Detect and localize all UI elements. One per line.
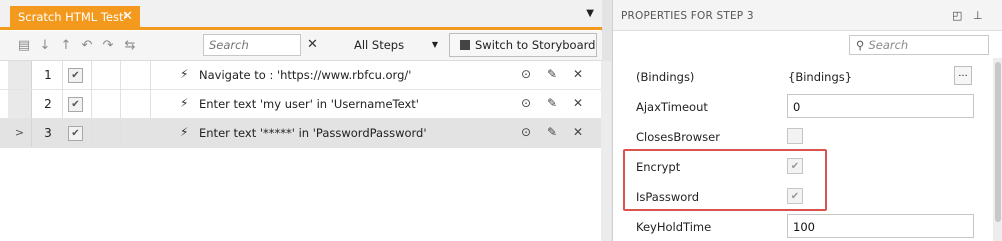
chevron-down-icon: ▼: [431, 40, 438, 49]
step-row[interactable]: 2 ✔ ⚡ Enter text 'my user' in 'UsernameT…: [0, 90, 602, 119]
document-tab[interactable]: Scratch HTML Test* ✕: [10, 6, 140, 30]
row-handle[interactable]: >: [8, 119, 32, 147]
document-tab-bar: Scratch HTML Test* ✕ ▼: [0, 0, 602, 30]
step-scope-value: All Steps: [354, 38, 405, 52]
step-description: Navigate to : 'https://www.rbfcu.org/': [199, 68, 412, 82]
breakpoint-icon[interactable]: ⊙: [521, 67, 531, 81]
properties-scrollbar[interactable]: [993, 58, 1002, 241]
step-number: 3: [44, 126, 52, 140]
step-scope-select[interactable]: All Steps ▼: [324, 34, 442, 56]
step-description: Enter text '*****' in 'PasswordPassword': [199, 126, 427, 140]
lightning-icon: ⚡: [180, 125, 189, 139]
row-handle[interactable]: [8, 90, 32, 118]
step-number: 1: [44, 68, 52, 82]
storyboard-button-label: Switch to Storyboard: [475, 38, 596, 52]
move-up-icon[interactable]: ↑: [58, 38, 74, 54]
closesbrowser-checkbox[interactable]: [787, 128, 803, 144]
edit-icon[interactable]: ✎: [547, 125, 557, 139]
test-editor-pane: Scratch HTML Test* ✕ ▼ ▤ ↓ ↑ ↶ ↷ ⇆ ✕ All…: [0, 0, 602, 241]
clear-search-icon[interactable]: ✕: [307, 37, 318, 52]
bindings-ellipsis-button[interactable]: ...: [954, 66, 972, 85]
properties-search-placeholder: Search: [868, 38, 909, 52]
undo-icon[interactable]: ↶: [79, 38, 95, 54]
pin-icon[interactable]: ⊥: [973, 9, 983, 22]
branch-icon[interactable]: ⇆: [122, 38, 138, 54]
edit-icon[interactable]: ✎: [547, 67, 557, 81]
property-label: AjaxTimeout: [636, 100, 708, 114]
property-row-ajaxtimeout: AjaxTimeout 0: [613, 91, 993, 121]
property-label: (Bindings): [636, 70, 695, 84]
breakpoint-icon[interactable]: ⊙: [521, 125, 531, 139]
document-tab-title: Scratch HTML Test*: [18, 10, 130, 24]
property-row-keyholdtime: KeyHoldTime 100: [613, 211, 993, 241]
lightning-icon: ⚡: [180, 96, 189, 110]
properties-pane: PROPERTIES FOR STEP 3 ◰ ⊥ ⚲ Search (Bindi…: [612, 0, 1002, 241]
steps-search-input[interactable]: [203, 34, 301, 56]
step-enabled-checkbox[interactable]: ✔: [68, 68, 83, 83]
lightning-icon: ⚡: [180, 67, 189, 81]
property-row-closesbrowser: ClosesBrowser: [613, 121, 993, 151]
step-row[interactable]: 1 ✔ ⚡ Navigate to : 'https://www.rbfcu.o…: [0, 61, 602, 90]
float-window-icon[interactable]: ◰: [952, 9, 962, 22]
step-enabled-checkbox[interactable]: ✔: [68, 97, 83, 112]
switch-to-storyboard-button[interactable]: Switch to Storyboard: [449, 33, 597, 57]
property-label: KeyHoldTime: [636, 220, 712, 234]
close-tab-icon[interactable]: ✕: [122, 9, 133, 24]
properties-header: PROPERTIES FOR STEP 3 ◰ ⊥: [613, 0, 1002, 31]
step-group-icon[interactable]: ▤: [16, 38, 32, 54]
ajaxtimeout-input[interactable]: 0: [787, 94, 974, 118]
delete-icon[interactable]: ✕: [573, 125, 583, 139]
step-enabled-checkbox[interactable]: ✔: [68, 126, 83, 141]
tab-menu-dropdown-icon[interactable]: ▼: [586, 8, 594, 19]
step-row-selected[interactable]: > 3 ✔ ⚡ Enter text '*****' in 'PasswordP…: [0, 119, 602, 148]
property-label: ClosesBrowser: [636, 130, 720, 144]
redo-icon[interactable]: ↷: [100, 38, 116, 54]
steps-list: 1 ✔ ⚡ Navigate to : 'https://www.rbfcu.o…: [0, 61, 602, 148]
scrollbar-thumb[interactable]: [995, 62, 1001, 222]
delete-icon[interactable]: ✕: [573, 96, 583, 110]
steps-scrollbar[interactable]: [601, 61, 611, 241]
step-number: 2: [44, 97, 52, 111]
highlight-annotation: [623, 149, 827, 211]
properties-title: PROPERTIES FOR STEP 3: [621, 10, 754, 22]
property-value: {Bindings}: [788, 70, 853, 84]
edit-icon[interactable]: ✎: [547, 96, 557, 110]
keyholdtime-input[interactable]: 100: [787, 214, 974, 238]
properties-search-input[interactable]: ⚲ Search: [849, 35, 989, 55]
step-description: Enter text 'my user' in 'UsernameText': [199, 97, 419, 111]
breakpoint-icon[interactable]: ⊙: [521, 96, 531, 110]
move-down-icon[interactable]: ↓: [37, 38, 53, 54]
search-icon: ⚲: [856, 38, 865, 52]
property-row-bindings: (Bindings) {Bindings} ...: [613, 61, 993, 91]
storyboard-icon: [460, 40, 470, 50]
row-handle[interactable]: [8, 61, 32, 89]
delete-icon[interactable]: ✕: [573, 67, 583, 81]
